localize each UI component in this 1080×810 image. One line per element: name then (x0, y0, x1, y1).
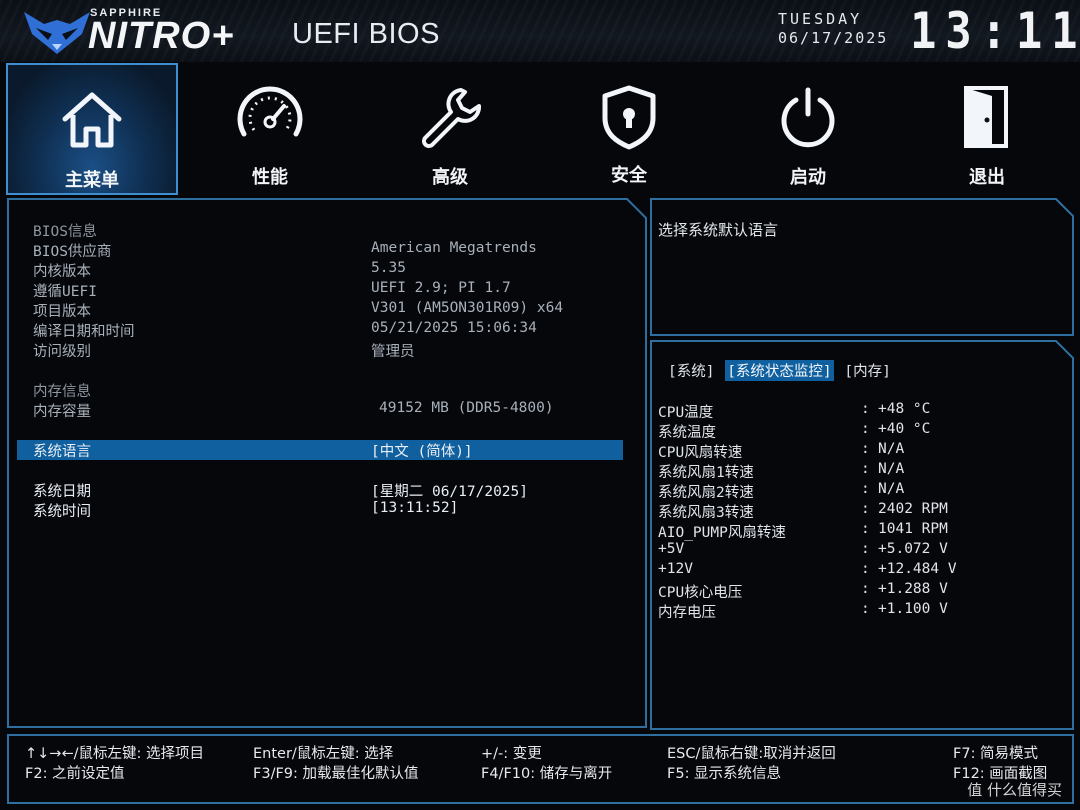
tab-security[interactable]: 安全 (543, 62, 715, 194)
hw-row-sys-fan2: 系统风扇2转速: N/A (658, 481, 905, 501)
key-hint-f4-f10: F4/F10: 储存与离开 (481, 766, 613, 782)
system-time-value: [13:11:52] (371, 500, 459, 516)
hw-row-mem-voltage: 内存电压: +1.100 V (658, 601, 948, 621)
main-nav: 主菜单 性能 高级 安全 启动 退出 (0, 62, 1080, 196)
help-panel: 选择系统默认语言 (650, 198, 1074, 336)
watermark-text: 值 什么值得买 (967, 781, 1062, 799)
tab-security-label: 安全 (611, 165, 647, 186)
key-help-footer: ↑↓→←/鼠标左键: 选择项目 F2: 之前设定值 Enter/鼠标左键: 选择… (0, 732, 1080, 810)
hw-row-aio-pump: AIO_PUMP风扇转速:1041 RPM (658, 521, 948, 541)
tab-status-monitor[interactable]: [系统状态监控] (725, 360, 834, 381)
home-icon (62, 92, 122, 148)
hw-row-system-temp: 系统温度: +40 °C (658, 421, 931, 441)
tab-exit-label: 退出 (969, 167, 1005, 188)
tab-boot[interactable]: 启动 (722, 62, 894, 194)
main-settings-panel: BIOS信息 BIOS供应商 American Megatrends 内核版本 5.… (7, 198, 647, 728)
date-display: 06/17/2025 (778, 29, 889, 47)
clock-display: 13:11 (910, 2, 1080, 60)
tab-memory[interactable]: [内存] (842, 360, 892, 381)
tab-main-menu-label: 主菜单 (65, 170, 119, 191)
tab-advanced-label: 高级 (432, 167, 468, 188)
hw-row-5v: +5V: +5.072 V (658, 541, 948, 557)
hw-row-cpu-vcore: CPU核心电压: +1.288 V (658, 581, 948, 601)
key-hint-enter: Enter/鼠标左键: 选择 (253, 746, 394, 762)
header-bar: SAPPHIRE NITRO+ UEFI BIOS TUESDAY 06/17/… (0, 0, 1080, 62)
hw-tabs: [系统] [系统状态监控] [内存] (666, 360, 893, 381)
system-date-value: [星期二 06/17/2025] (371, 484, 528, 500)
tab-exit[interactable]: 退出 (901, 62, 1073, 194)
help-description: 选择系统默认语言 (658, 221, 779, 239)
power-icon (781, 87, 835, 148)
system-language-value: [中文 (简体)] (371, 444, 473, 460)
key-hint-f7: F7: 简易模式 (953, 746, 1039, 762)
bios-title: UEFI BIOS (292, 18, 440, 50)
brand-logo-text: NITRO+ (88, 15, 235, 57)
shield-lock-icon (602, 85, 656, 150)
key-hint-change: +/-: 变更 (481, 746, 542, 762)
hw-row-cpu-temp: CPU温度: +48 °C (658, 401, 931, 421)
hardware-monitor-panel: [系统] [系统状态监控] [内存] CPU温度: +48 °C 系统温度: +40… (650, 340, 1074, 730)
weekday-display: TUESDAY (778, 10, 863, 28)
tab-performance[interactable]: 性能 (184, 62, 356, 194)
exit-door-icon (964, 86, 1008, 148)
sapphire-logo-icon (24, 12, 90, 54)
tab-main-menu[interactable]: 主菜单 (6, 63, 178, 195)
key-hint-f3-f9: F3/F9: 加载最佳化默认值 (253, 766, 419, 782)
hw-row-sys-fan3: 系统风扇3转速:2402 RPM (658, 501, 948, 521)
tab-advanced[interactable]: 高级 (364, 62, 536, 194)
selection-highlight (17, 440, 623, 460)
wrench-icon (422, 88, 481, 148)
tab-system[interactable]: [系统] (666, 360, 716, 381)
main-panel-border (7, 198, 647, 728)
hw-row-cpu-fan: CPU风扇转速: N/A (658, 441, 905, 461)
tab-boot-label: 启动 (790, 167, 826, 188)
tab-performance-label: 性能 (252, 167, 288, 188)
key-hint-f2: F2: 之前设定值 (25, 766, 125, 782)
key-hint-navigate: ↑↓→←/鼠标左键: 选择项目 (25, 746, 204, 762)
key-hint-f5: F5: 显示系统信息 (667, 766, 782, 782)
hw-row-sys-fan1: 系统风扇1转速: N/A (658, 461, 905, 481)
hw-row-12v: +12V: +12.484 V (658, 561, 957, 577)
key-hint-esc: ESC/鼠标右键:取消并返回 (667, 746, 836, 762)
speedometer-icon (237, 86, 303, 137)
